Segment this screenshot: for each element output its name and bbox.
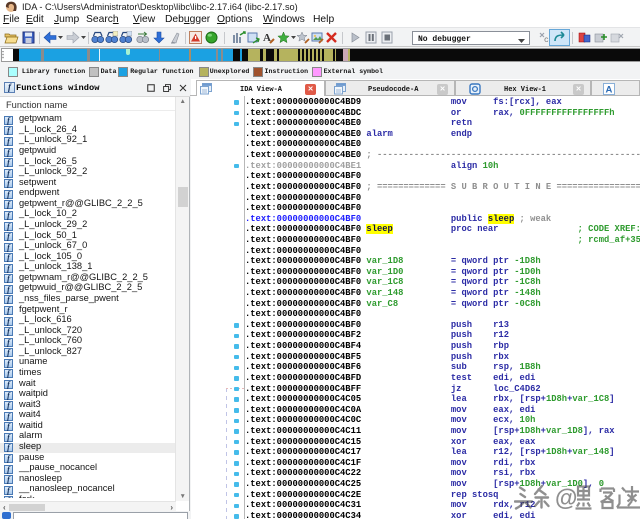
svg-text:@: @ <box>555 485 577 511</box>
svg-text:A: A <box>606 85 613 96</box>
